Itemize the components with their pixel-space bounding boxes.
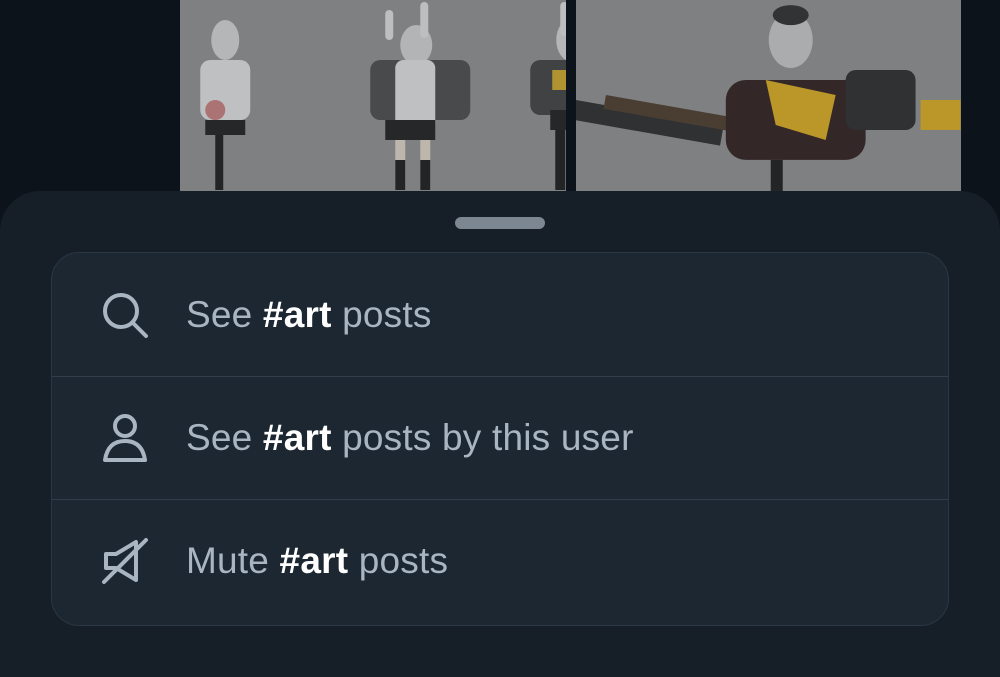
hashtag-options-menu: See #art posts See #art posts by this us…: [51, 252, 949, 626]
person-icon: [100, 413, 150, 463]
see-hashtag-posts-item[interactable]: See #art posts: [52, 253, 948, 376]
post-image-1[interactable]: [180, 0, 566, 200]
mute-hashtag-posts-item[interactable]: Mute #art posts: [52, 499, 948, 622]
post-image-2[interactable]: [575, 0, 961, 200]
hashtag-text: #art: [262, 293, 332, 335]
hashtag-text: #art: [279, 540, 349, 581]
post-media: [180, 0, 961, 200]
menu-item-label: See #art posts by this user: [186, 417, 634, 458]
bottom-sheet: See #art posts See #art posts by this us…: [0, 191, 1000, 677]
search-icon: [100, 290, 150, 340]
see-hashtag-posts-by-user-item[interactable]: See #art posts by this user: [52, 376, 948, 499]
menu-item-label: Mute #art posts: [186, 540, 449, 581]
mute-icon: [100, 536, 150, 586]
sheet-grabber[interactable]: [455, 217, 545, 229]
hashtag-text: #art: [262, 417, 332, 458]
menu-item-label: See #art posts: [186, 293, 432, 335]
